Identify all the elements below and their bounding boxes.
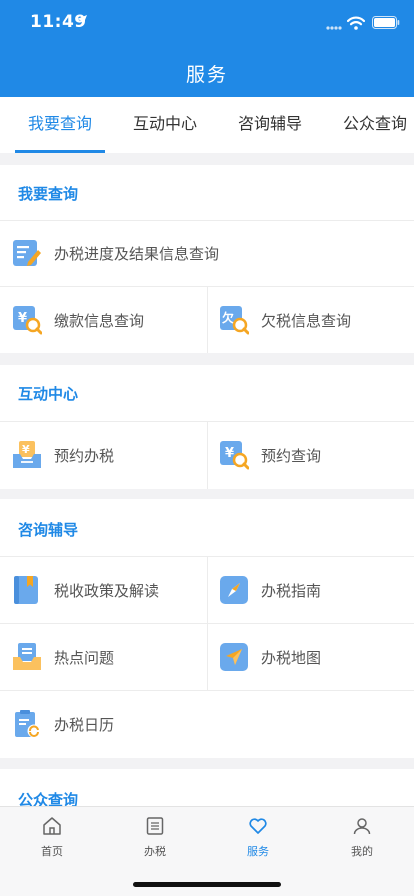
appointment-item[interactable]: ¥ 预约办税 xyxy=(0,422,207,488)
appointment-tray-icon: ¥ xyxy=(13,441,41,468)
tab-query[interactable]: 我要查询 xyxy=(15,97,105,153)
tab-consult[interactable]: 咨询辅导 xyxy=(225,97,315,153)
hot-topics-item[interactable]: 热点问题 xyxy=(0,624,207,690)
compass-icon xyxy=(220,576,248,604)
top-tabs: 我要查询 互动中心 咨询辅导 公众查询 xyxy=(0,97,414,153)
section-title-public: 公众查询 xyxy=(18,791,79,806)
svg-text:¥: ¥ xyxy=(225,446,234,461)
tab-public[interactable]: 公众查询 xyxy=(330,97,414,153)
tabbar-service[interactable]: 服务 xyxy=(218,815,298,859)
section-title-interact: 互动中心 xyxy=(18,385,79,403)
hot-topics-label: 热点问题 xyxy=(54,648,115,667)
section-query: 我要查询 办税进度及结果信息查询 ¥ 缴款信息查询 欠 欠税信息查询 xyxy=(0,165,414,353)
location-arrow-icon xyxy=(77,15,87,25)
appointment-query-item[interactable]: ¥ 预约查询 xyxy=(207,422,414,488)
section-interact: 互动中心 ¥ 预约办税 ¥ 预约查询 xyxy=(0,365,414,489)
tabbar-home-label: 首页 xyxy=(41,845,63,858)
document-list-icon xyxy=(146,817,164,835)
tabbar-tax[interactable]: 办税 xyxy=(115,815,195,859)
svg-text:¥: ¥ xyxy=(22,443,30,456)
payment-query-label: 缴款信息查询 xyxy=(54,311,145,330)
home-icon xyxy=(43,817,61,835)
tax-map-item[interactable]: 办税地图 xyxy=(207,624,414,690)
tax-arrears-query-label: 欠税信息查询 xyxy=(261,311,352,330)
battery-icon xyxy=(372,16,400,29)
section-consult: 咨询辅导 税收政策及解读 办税指南 热点问题 办税地图 办税日历 xyxy=(0,499,414,758)
payment-query-item[interactable]: ¥ 缴款信息查询 xyxy=(0,287,207,353)
svg-text:欠: 欠 xyxy=(222,310,234,325)
wifi-icon xyxy=(347,16,365,30)
tabbar-mine-label: 我的 xyxy=(351,845,373,858)
tax-calendar-label: 办税日历 xyxy=(54,715,115,734)
book-icon xyxy=(14,576,38,604)
page-title: 服务 xyxy=(185,64,228,86)
tabbar-service-label: 服务 xyxy=(247,845,269,858)
service-list[interactable]: 我要查询 办税进度及结果信息查询 ¥ 缴款信息查询 欠 欠税信息查询 互动中心 … xyxy=(0,153,414,806)
home-indicator xyxy=(133,882,281,887)
yuan-search-icon: ¥ xyxy=(13,306,42,335)
arrears-search-icon: 欠 xyxy=(220,306,249,335)
heart-icon xyxy=(249,818,267,834)
tax-policy-item[interactable]: 税收政策及解读 xyxy=(0,557,207,623)
tabbar-tax-label: 办税 xyxy=(144,845,166,858)
navigation-icon xyxy=(220,643,248,671)
section-title-consult: 咨询辅导 xyxy=(18,521,79,539)
appointment-query-label: 预约查询 xyxy=(261,446,322,465)
yuan-search-icon: ¥ xyxy=(220,441,249,470)
section-public: 公众查询 xyxy=(0,769,414,806)
calendar-refresh-icon xyxy=(15,710,41,738)
query-progress-label: 办税进度及结果信息查询 xyxy=(54,244,220,263)
tax-calendar-item[interactable]: 办税日历 xyxy=(0,691,207,757)
query-progress-item[interactable]: 办税进度及结果信息查询 xyxy=(0,220,414,286)
status-bar: 11:49 xyxy=(0,0,414,44)
user-icon xyxy=(353,818,371,835)
document-tray-icon xyxy=(13,643,41,670)
signal-dots-icon xyxy=(326,26,342,30)
tax-map-label: 办税地图 xyxy=(261,648,322,667)
app-header: 11:49 服务 xyxy=(0,0,414,97)
section-title-query: 我要查询 xyxy=(18,185,79,203)
tax-arrears-query-item[interactable]: 欠 欠税信息查询 xyxy=(207,287,414,353)
tabbar-home[interactable]: 首页 xyxy=(12,815,92,859)
edit-document-icon xyxy=(13,240,41,266)
tax-guide-label: 办税指南 xyxy=(261,581,322,600)
tab-interact[interactable]: 互动中心 xyxy=(120,97,210,153)
tax-policy-label: 税收政策及解读 xyxy=(54,581,160,600)
tax-guide-item[interactable]: 办税指南 xyxy=(207,557,414,623)
svg-text:¥: ¥ xyxy=(18,311,27,326)
tabbar-mine[interactable]: 我的 xyxy=(322,815,402,859)
appointment-label: 预约办税 xyxy=(54,446,115,465)
